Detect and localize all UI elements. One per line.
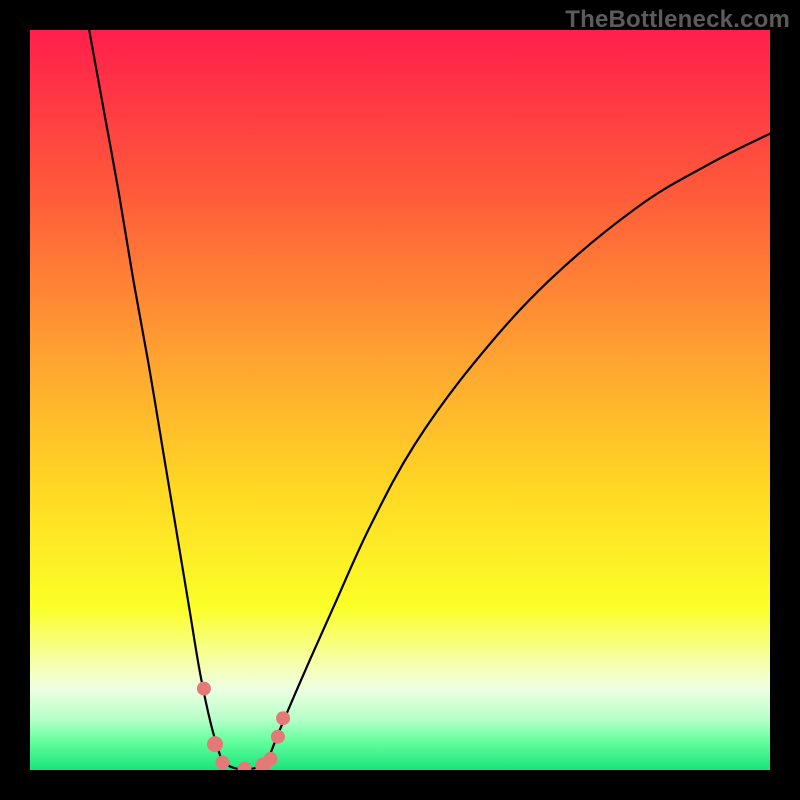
data-marker: [276, 711, 290, 725]
data-marker: [215, 756, 229, 770]
data-marker: [197, 682, 211, 696]
plot-area: [30, 30, 770, 770]
watermark-label: TheBottleneck.com: [565, 6, 790, 34]
data-marker: [271, 730, 285, 744]
gradient-background: [30, 30, 770, 770]
data-marker: [207, 736, 223, 752]
data-marker: [264, 752, 278, 766]
bottleneck-curve-chart: [30, 30, 770, 770]
